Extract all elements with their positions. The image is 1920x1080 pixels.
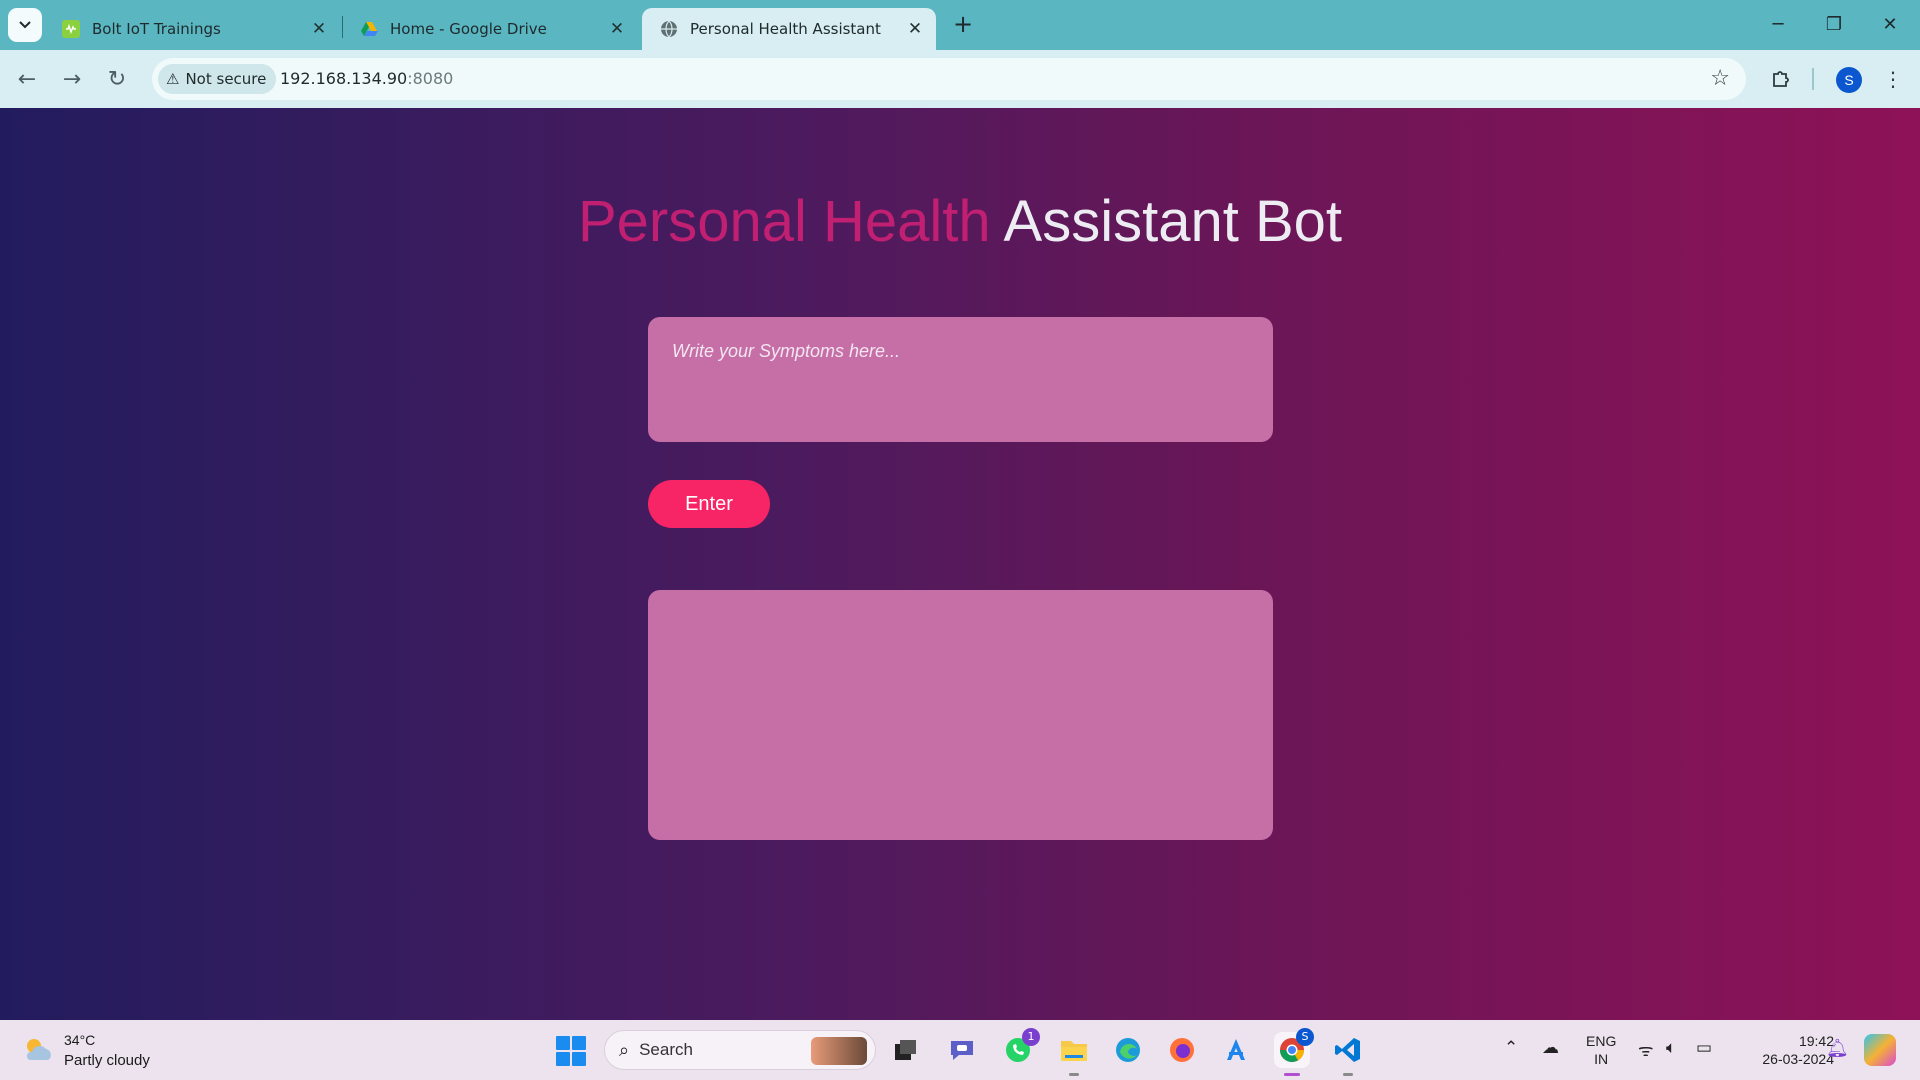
search-highlight-image <box>811 1037 867 1065</box>
language-code: ENG <box>1586 1033 1617 1049</box>
tab-personal-health-assistant[interactable]: Personal Health Assistant ✕ <box>642 8 936 50</box>
weather-description[interactable]: Partly cloudy <box>64 1052 150 1069</box>
page-content: Personal Health Assistant Bot Enter <box>0 108 1920 1020</box>
arrow-right-icon: → <box>62 66 82 92</box>
tab-search-button[interactable] <box>8 8 42 42</box>
tab-title: Bolt IoT Trainings <box>92 20 221 38</box>
puzzle-icon <box>1773 71 1789 87</box>
close-icon[interactable]: ✕ <box>900 19 930 39</box>
site-security-chip[interactable]: ⚠ Not secure <box>158 64 277 94</box>
close-icon[interactable]: ✕ <box>304 19 334 39</box>
notification-badge: 1 <box>1022 1028 1040 1046</box>
new-tab-button[interactable]: + <box>948 10 978 40</box>
notification-bell-icon[interactable]: 🔔︎ <box>1826 1038 1849 1059</box>
back-button[interactable]: ← <box>10 62 44 96</box>
input-language-indicator[interactable]: ENG IN <box>1586 1032 1616 1068</box>
running-indicator <box>1069 1073 1079 1076</box>
profile-avatar[interactable]: S <box>1836 67 1862 93</box>
profile-badge: S <box>1296 1028 1314 1046</box>
running-indicator <box>1343 1073 1353 1076</box>
restore-button[interactable]: ❐ <box>1806 8 1862 42</box>
reload-button[interactable]: ↻ <box>100 62 134 96</box>
system-clock[interactable]: 19:42 26-03-2024 <box>1762 1032 1834 1068</box>
battery-icon[interactable]: ▭ <box>1696 1038 1712 1058</box>
more-vertical-icon: ⋮ <box>1883 67 1903 91</box>
windows-logo-tile <box>556 1052 570 1066</box>
forward-button[interactable]: → <box>55 62 89 96</box>
tab-title: Personal Health Assistant <box>690 20 881 38</box>
chrome-icon[interactable]: S <box>1274 1028 1314 1076</box>
vscode-icon[interactable] <box>1330 1032 1366 1076</box>
clock-time: 19:42 <box>1798 1033 1834 1049</box>
taskbar: 34°C Partly cloudy ⌕ Search 1 S ⌃ ☁ ENG … <box>0 1020 1920 1080</box>
page-title: Personal Health Assistant Bot <box>0 188 1920 255</box>
whatsapp-icon[interactable]: 1 <box>1000 1028 1040 1068</box>
windows-logo-tile <box>572 1052 586 1066</box>
close-window-button[interactable]: ✕ <box>1862 8 1918 42</box>
taskbar-search[interactable]: ⌕ Search <box>604 1030 876 1070</box>
edge-icon[interactable] <box>1110 1032 1146 1068</box>
browser-toolbar: ← → ↻ ⚠ Not secure 192.168.134.90:8080 ☆… <box>0 50 1920 108</box>
minimize-button[interactable]: ─ <box>1750 8 1806 42</box>
search-label: Search <box>639 1040 693 1059</box>
title-accent: Personal Health <box>577 189 991 254</box>
tab-google-drive[interactable]: Home - Google Drive ✕ <box>342 8 638 50</box>
partly-cloudy-icon[interactable] <box>20 1032 56 1068</box>
volume-icon[interactable]: 🔈︎ <box>1666 1038 1676 1058</box>
windows-start-button[interactable] <box>556 1036 586 1066</box>
symptoms-input[interactable] <box>648 317 1273 442</box>
google-drive-icon <box>361 22 378 36</box>
browser-menu-button[interactable]: ⋮ <box>1876 62 1910 96</box>
firefox-icon[interactable] <box>1164 1032 1200 1068</box>
warning-icon: ⚠ <box>166 70 180 88</box>
wifi-icon[interactable]: ᯤ <box>1638 1038 1654 1061</box>
tab-bolt-iot[interactable]: Bolt IoT Trainings ✕ <box>44 8 340 50</box>
tab-title: Home - Google Drive <box>390 20 547 38</box>
address-bar[interactable]: ⚠ Not secure 192.168.134.90:8080 ☆ <box>152 58 1746 100</box>
region-code: IN <box>1594 1051 1609 1067</box>
running-indicator <box>1284 1073 1300 1076</box>
bolt-favicon <box>62 20 80 38</box>
response-output-box <box>648 590 1273 840</box>
globe-icon <box>661 20 677 38</box>
show-hidden-icons-chevron-up-icon[interactable]: ⌃ <box>1504 1038 1518 1058</box>
chevron-down-icon <box>19 21 31 29</box>
close-icon[interactable]: ✕ <box>602 19 632 39</box>
file-explorer-icon[interactable] <box>1056 1032 1092 1076</box>
teams-chat-icon[interactable] <box>944 1032 980 1068</box>
windows-logo-tile <box>556 1036 570 1050</box>
title-rest: Assistant Bot <box>990 189 1343 254</box>
browser-tab-bar: Bolt IoT Trainings ✕ Home - Google Drive… <box>0 0 1920 50</box>
extensions-button[interactable] <box>1764 62 1798 96</box>
clock-date: 26-03-2024 <box>1762 1051 1834 1067</box>
app-store-icon[interactable] <box>1218 1032 1254 1068</box>
onedrive-offline-icon[interactable]: ☁ <box>1542 1038 1559 1058</box>
search-icon: ⌕ <box>619 1039 630 1060</box>
bookmark-star-icon[interactable]: ☆ <box>1710 66 1730 91</box>
copilot-icon[interactable] <box>1864 1034 1896 1066</box>
weather-temperature[interactable]: 34°C <box>64 1032 95 1048</box>
url-text[interactable]: 192.168.134.90:8080 <box>280 69 453 88</box>
enter-button[interactable]: Enter <box>648 480 770 528</box>
toolbar-separator <box>1812 68 1814 90</box>
arrow-left-icon: ← <box>17 66 37 92</box>
security-label: Not secure <box>185 70 267 88</box>
reload-icon: ↻ <box>107 66 127 92</box>
windows-logo-tile <box>572 1036 586 1050</box>
task-view-icon[interactable] <box>888 1032 924 1068</box>
